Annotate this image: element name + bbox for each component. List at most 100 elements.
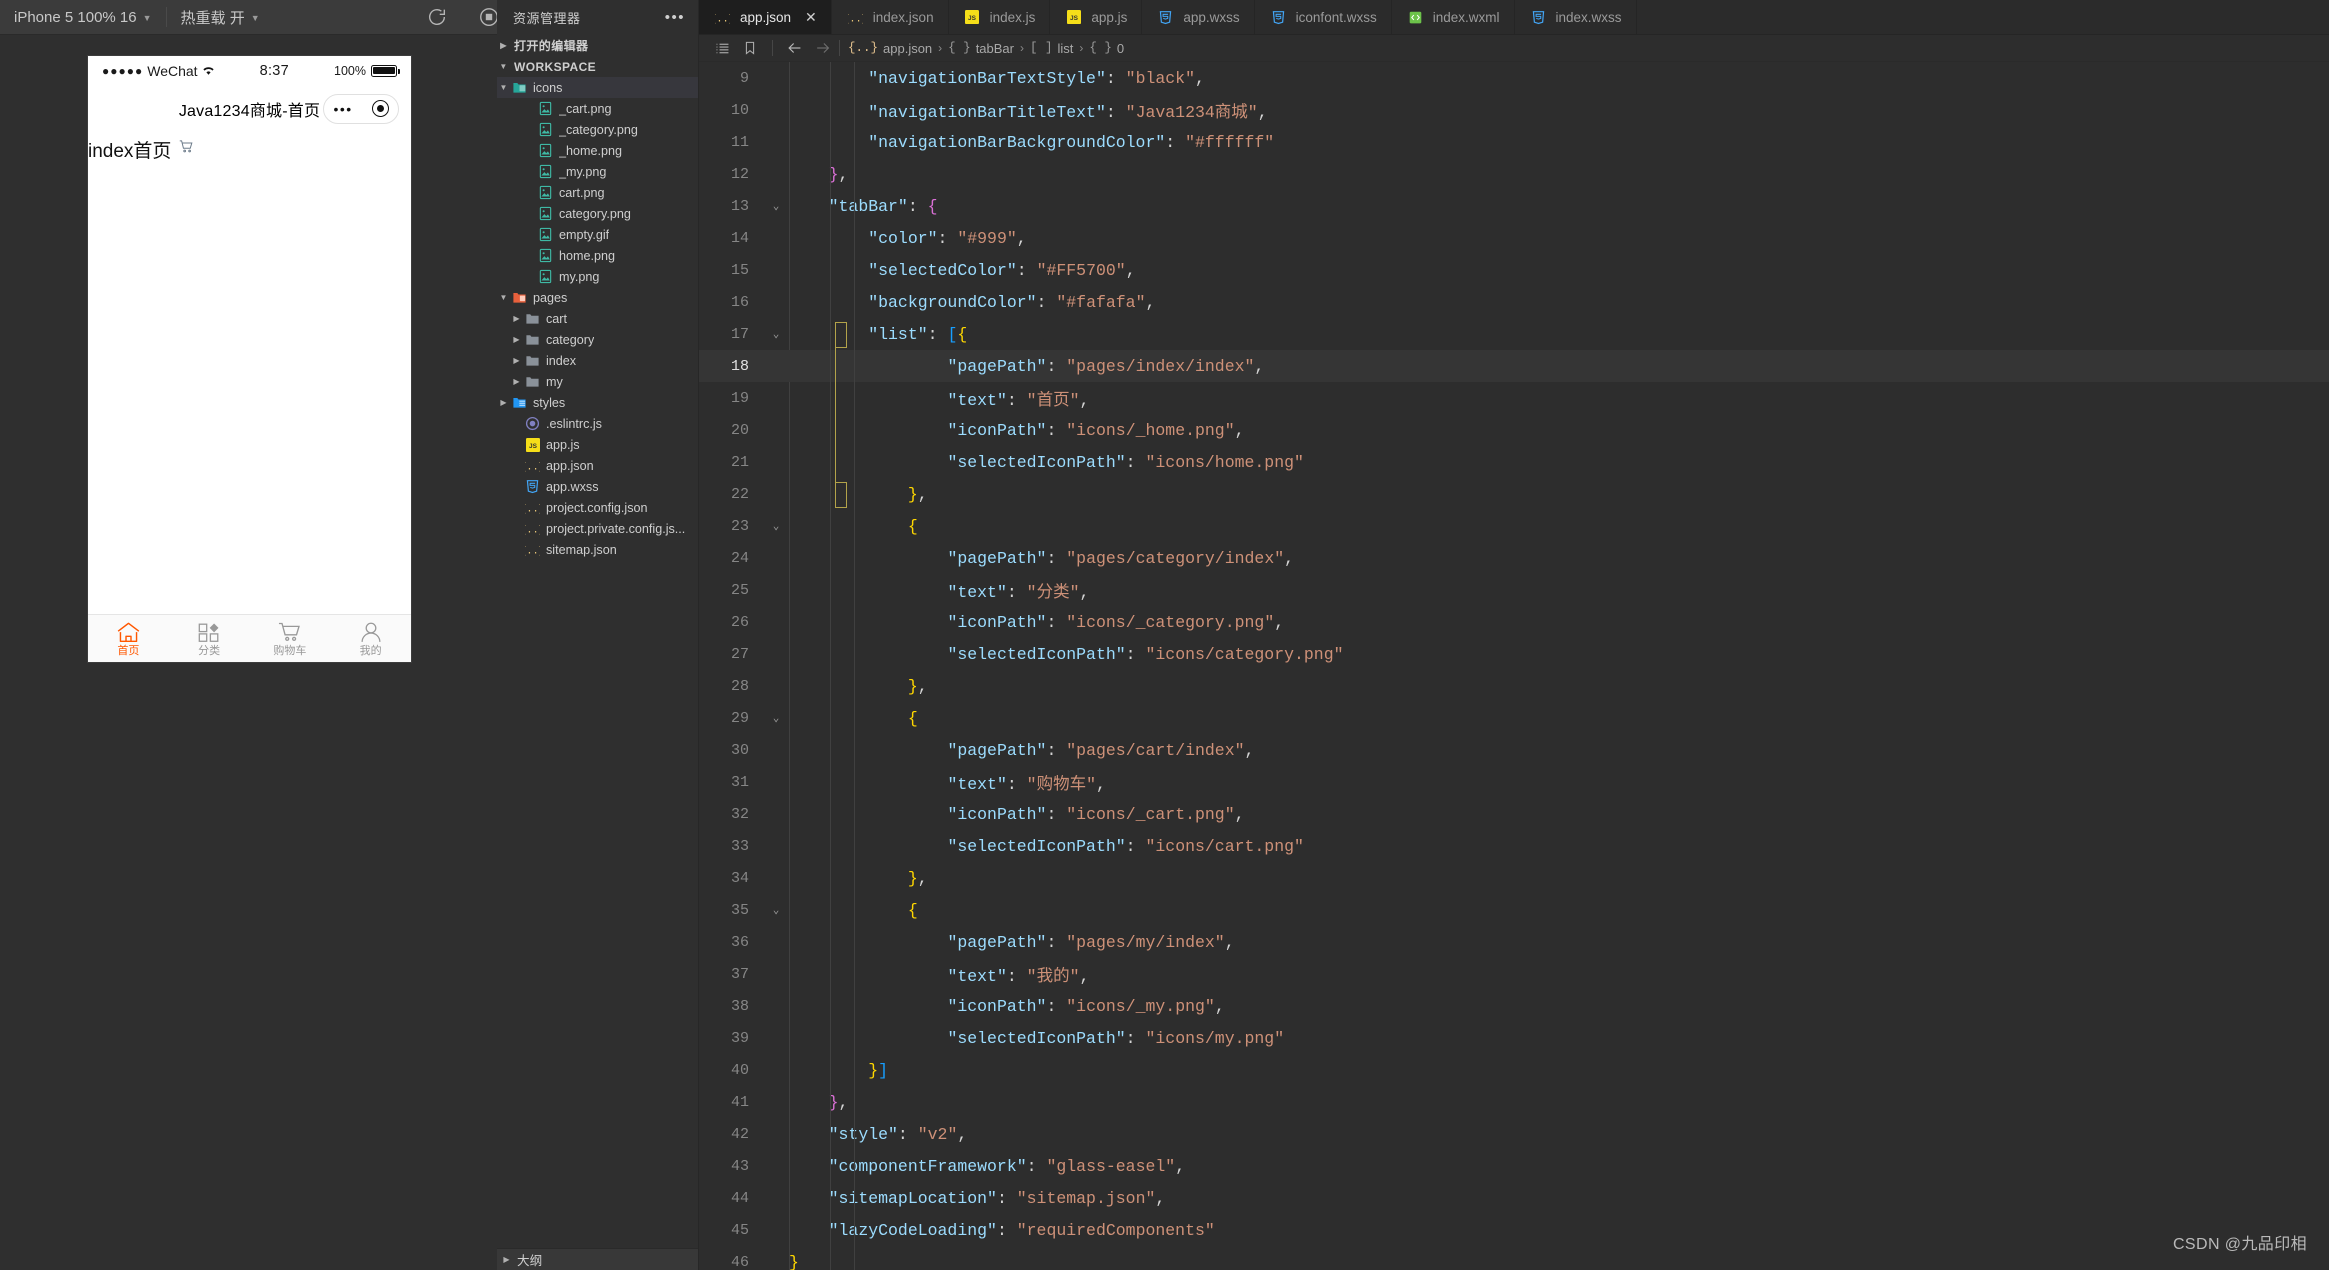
editor-tab-index-json[interactable]: {..} index.json	[831, 0, 949, 34]
editor-tab-iconfont-wxss[interactable]: iconfont.wxss	[1254, 0, 1392, 34]
explorer-tree-item[interactable]: _home.png	[497, 140, 698, 161]
code-line[interactable]: 21 "selectedIconPath": "icons/home.png"	[699, 446, 2329, 478]
explorer-tree-item[interactable]: app.wxss	[497, 476, 698, 497]
code-line[interactable]: 18 "pagePath": "pages/index/index",	[699, 350, 2329, 382]
explorer-tree-item[interactable]: {..} project.config.json	[497, 497, 698, 518]
code-line[interactable]: 20 "iconPath": "icons/_home.png",	[699, 414, 2329, 446]
explorer-tree-item[interactable]: category.png	[497, 203, 698, 224]
code-line[interactable]: 27 "selectedIconPath": "icons/category.p…	[699, 638, 2329, 670]
code-line[interactable]: 22 },	[699, 478, 2329, 510]
explorer-tree-item[interactable]: ▼ pages	[497, 287, 698, 308]
explorer-tree-item[interactable]: {..} project.private.config.js...	[497, 518, 698, 539]
editor-tab-app-js[interactable]: JS app.js	[1050, 0, 1143, 34]
code-line[interactable]: 19 "text": "首页",	[699, 382, 2329, 414]
code-line[interactable]: 37 "text": "我的",	[699, 958, 2329, 990]
fold-chevron-icon[interactable]: ⌄	[763, 199, 789, 213]
fold-chevron-icon[interactable]: ⌄	[763, 327, 789, 341]
tabbar-label-my: 我的	[359, 645, 382, 657]
tabbar-item-my[interactable]: 我的	[330, 620, 411, 657]
code-line[interactable]: 10 "navigationBarTitleText": "Java1234商城…	[699, 94, 2329, 126]
breadcrumb-item[interactable]: { } tabBar	[948, 41, 1014, 56]
arrow-right-icon[interactable]	[809, 35, 837, 62]
explorer-tree-item[interactable]: _category.png	[497, 119, 698, 140]
explorer-section-outline[interactable]: ▶ 大纲	[497, 1248, 698, 1270]
explorer-tree-item[interactable]: home.png	[497, 245, 698, 266]
explorer-tree-item[interactable]: _my.png	[497, 161, 698, 182]
bookmark-icon[interactable]	[736, 35, 764, 62]
code-line[interactable]: 32 "iconPath": "icons/_cart.png",	[699, 798, 2329, 830]
code-line[interactable]: 11 "navigationBarBackgroundColor": "#fff…	[699, 126, 2329, 158]
explorer-section-open-editors[interactable]: ▶ 打开的编辑器	[497, 35, 698, 56]
code-line[interactable]: 41 },	[699, 1086, 2329, 1118]
editor-tab-index-wxss[interactable]: index.wxss	[1514, 0, 1637, 34]
code-line[interactable]: 15 "selectedColor": "#FF5700",	[699, 254, 2329, 286]
explorer-tree-item[interactable]: ▶ index	[497, 350, 698, 371]
code-line[interactable]: 39 "selectedIconPath": "icons/my.png"	[699, 1022, 2329, 1054]
line-number: 14	[730, 229, 749, 247]
code-line[interactable]: 13 ⌄ "tabBar": {	[699, 190, 2329, 222]
code-line[interactable]: 26 "iconPath": "icons/_category.png",	[699, 606, 2329, 638]
code-line[interactable]: 14 "color": "#999",	[699, 222, 2329, 254]
breadcrumb-item[interactable]: [ ] list	[1030, 41, 1073, 56]
code-line[interactable]: 28 },	[699, 670, 2329, 702]
code-line[interactable]: 35 ⌄ {	[699, 894, 2329, 926]
editor-tab-index-wxml[interactable]: index.wxml	[1391, 0, 1515, 34]
code-line[interactable]: 40 }]	[699, 1054, 2329, 1086]
code-line[interactable]: 33 "selectedIconPath": "icons/cart.png"	[699, 830, 2329, 862]
fold-chevron-icon[interactable]: ⌄	[763, 711, 789, 725]
code-line[interactable]: 9 "navigationBarTextStyle": "black",	[699, 62, 2329, 94]
code-line[interactable]: 29 ⌄ {	[699, 702, 2329, 734]
indent-guide	[854, 62, 855, 1270]
code-line[interactable]: 23 ⌄ {	[699, 510, 2329, 542]
explorer-tree-item[interactable]: {..} sitemap.json	[497, 539, 698, 560]
code-line[interactable]: 30 "pagePath": "pages/cart/index",	[699, 734, 2329, 766]
explorer-tree-item[interactable]: ▶ styles	[497, 392, 698, 413]
explorer-tree-item[interactable]: ▼ icons	[497, 77, 698, 98]
explorer-tree-item[interactable]: JS app.js	[497, 434, 698, 455]
explorer-tree-item[interactable]: ▶ my	[497, 371, 698, 392]
code-line[interactable]: 34 },	[699, 862, 2329, 894]
tabbar-item-home[interactable]: 首页	[88, 620, 169, 657]
code-line[interactable]: 46}	[699, 1246, 2329, 1270]
code-line[interactable]: 25 "text": "分类",	[699, 574, 2329, 606]
tabbar-item-category[interactable]: 分类	[169, 620, 250, 657]
tabbar-item-cart[interactable]: 购物车	[250, 620, 331, 657]
breadcrumb-item[interactable]: { } 0	[1089, 41, 1124, 56]
code-line[interactable]: 42 "style": "v2",	[699, 1118, 2329, 1150]
list-icon[interactable]	[708, 35, 736, 62]
explorer-tree-item[interactable]: ▶ cart	[497, 308, 698, 329]
code-line[interactable]: 36 "pagePath": "pages/my/index",	[699, 926, 2329, 958]
code-line[interactable]: 45 "lazyCodeLoading": "requiredComponent…	[699, 1214, 2329, 1246]
code-line[interactable]: 31 "text": "购物车",	[699, 766, 2329, 798]
explorer-tree-item[interactable]: ▶ category	[497, 329, 698, 350]
close-icon[interactable]: ✕	[805, 9, 817, 26]
explorer-sidebar: 资源管理器 ••• ▶ 打开的编辑器 ▼ WORKSPACE ▼ icons _ca…	[497, 0, 699, 1270]
explorer-tree-item[interactable]: {..} app.json	[497, 455, 698, 476]
fold-chevron-icon[interactable]: ⌄	[763, 903, 789, 917]
code-editor[interactable]: 9 "navigationBarTextStyle": "black", 10 "…	[699, 62, 2329, 1270]
ellipsis-icon[interactable]: •••	[665, 10, 685, 25]
wechat-capsule-button[interactable]: •••	[323, 93, 399, 124]
explorer-tree-item[interactable]: empty.gif	[497, 224, 698, 245]
editor-tab-app-wxss[interactable]: app.wxss	[1142, 0, 1255, 34]
fold-chevron-icon[interactable]: ⌄	[763, 519, 789, 533]
code-line[interactable]: 16 "backgroundColor": "#fafafa",	[699, 286, 2329, 318]
code-line[interactable]: 17 ⌄ "list": [{	[699, 318, 2329, 350]
explorer-tree-item[interactable]: .eslintrc.js	[497, 413, 698, 434]
code-line[interactable]: 44 "sitemapLocation": "sitemap.json",	[699, 1182, 2329, 1214]
explorer-section-workspace[interactable]: ▼ WORKSPACE	[497, 56, 698, 77]
refresh-icon[interactable]	[424, 4, 450, 30]
code-line[interactable]: 12 },	[699, 158, 2329, 190]
editor-tab-index-js[interactable]: JS index.js	[948, 0, 1051, 34]
code-line[interactable]: 38 "iconPath": "icons/_my.png",	[699, 990, 2329, 1022]
arrow-left-icon[interactable]	[781, 35, 809, 62]
explorer-tree-item[interactable]: my.png	[497, 266, 698, 287]
editor-tab-app-json[interactable]: {..} app.json ✕	[699, 0, 832, 34]
code-line[interactable]: 24 "pagePath": "pages/category/index",	[699, 542, 2329, 574]
breadcrumb-item[interactable]: {..} app.json	[848, 41, 932, 56]
explorer-tree-item[interactable]: _cart.png	[497, 98, 698, 119]
code-line[interactable]: 43 "componentFramework": "glass-easel",	[699, 1150, 2329, 1182]
hot-reload-selector[interactable]: 热重载 开 ▼	[167, 0, 274, 35]
device-selector[interactable]: iPhone 5 100% 16 ▼	[0, 0, 166, 35]
explorer-tree-item[interactable]: cart.png	[497, 182, 698, 203]
